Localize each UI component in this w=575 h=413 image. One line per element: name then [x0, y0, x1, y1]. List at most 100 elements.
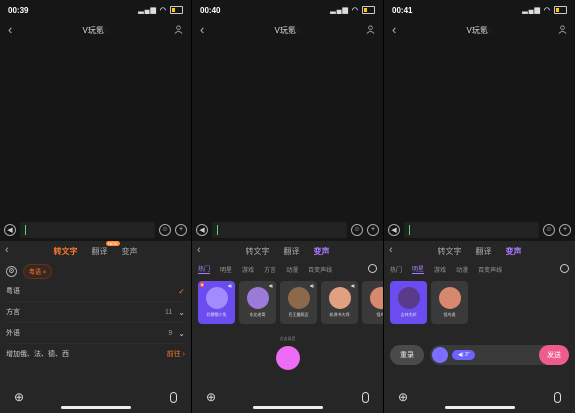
category-tab[interactable]: 游戏 [434, 265, 446, 274]
history-icon[interactable] [560, 264, 569, 273]
mic-icon[interactable] [362, 391, 369, 403]
message-input[interactable] [20, 221, 155, 238]
record-button[interactable] [275, 346, 300, 370]
tab-bar: ‹ 转文字 翻译 变声 [384, 241, 575, 261]
speaker-icon: ◀) [268, 283, 273, 288]
globe-icon[interactable]: ⊕ [206, 390, 216, 404]
emoji-icon[interactable]: ☺ [351, 223, 363, 236]
profile-icon[interactable] [558, 25, 567, 34]
chat-title: V玩氪◌ [82, 25, 109, 35]
voice-toggle-icon[interactable]: ◀ [4, 223, 16, 236]
mic-icon[interactable] [554, 391, 561, 403]
tab-bar: ‹ 转文字 翻译 NEW 变声 [0, 240, 191, 261]
avatar [246, 287, 269, 309]
home-indicator [444, 406, 515, 409]
battery-icon [170, 6, 183, 14]
avatar [432, 347, 448, 363]
voice-categories: 热门 明星 游戏 方言 动漫 百变声线 [192, 261, 383, 277]
category-tab[interactable]: 方言 [264, 265, 276, 274]
go-link[interactable]: 前往 › [167, 349, 185, 359]
voice-preview-player[interactable]: ◀) 3" 发送 [430, 345, 569, 365]
category-tab[interactable]: 动漫 [456, 265, 468, 274]
profile-icon[interactable] [174, 25, 183, 34]
category-tab[interactable]: 百变声线 [478, 265, 502, 274]
tab-to-text[interactable]: 转文字 [54, 246, 78, 257]
screens-row: 00:39 ▂▄▆ ◠ ‹ V玩氪◌ ◀ ☺ + ‹ 转文字 翻译 NEW 变声 … [0, 0, 575, 413]
status-bar: 00:41 ▂▄▆ ◠ [384, 0, 575, 20]
mic-icon[interactable] [170, 391, 177, 403]
avatar [397, 287, 420, 309]
voice-card[interactable]: ◀) 东北老哥 [239, 281, 276, 324]
voice-card[interactable]: 怪鸟说 [431, 281, 468, 324]
avatar [287, 287, 310, 309]
back-icon[interactable]: ‹ [200, 22, 204, 37]
back-icon[interactable]: ‹ [8, 22, 12, 37]
category-tab[interactable]: 明星 [412, 264, 425, 274]
selected-language-chip[interactable]: 粤语 × [23, 263, 53, 279]
category-tab[interactable]: 热门 [198, 264, 211, 274]
tab-voice-change[interactable]: 变声 [314, 246, 330, 257]
collapse-icon[interactable]: ‹ [5, 244, 9, 256]
back-icon[interactable]: ‹ [392, 22, 396, 37]
input-bar: ◀ ☺ + [384, 219, 575, 240]
signal-icon: ▂▄▆ ◠ [330, 7, 359, 14]
settings-icon[interactable]: ⚙ [6, 265, 17, 277]
voice-card[interactable]: ◀) 巴王霸照迈 [280, 281, 317, 324]
voice-toggle-icon[interactable]: ◀ [388, 223, 400, 236]
voice-card[interactable]: ◀) 机译书大师 [321, 281, 358, 324]
list-item[interactable]: 增加俄、法、德、西 前往 › [6, 344, 185, 364]
voice-list: 吉林杰邦 怪鸟说 [384, 277, 575, 328]
emoji-icon[interactable]: ☺ [159, 223, 171, 236]
voice-card[interactable]: 怪鸟 [362, 281, 383, 324]
status-time: 00:40 [200, 5, 221, 15]
plus-icon[interactable]: + [367, 223, 379, 236]
voice-card[interactable]: 吉林杰邦 [390, 281, 427, 324]
collapse-icon[interactable]: ‹ [197, 244, 201, 256]
tab-to-text[interactable]: 转文字 [246, 246, 270, 257]
category-tab[interactable]: 热门 [390, 265, 402, 274]
battery-icon [554, 6, 567, 14]
globe-icon[interactable]: ⊕ [398, 390, 408, 404]
message-input[interactable] [212, 221, 347, 238]
voice-card[interactable]: ● ◀) 奶糯糯小兔 [198, 281, 235, 324]
chat-title: V玩氪◌ [274, 25, 301, 35]
tab-translate[interactable]: 翻译 [476, 246, 492, 257]
record-hint: 点击录音 [279, 336, 296, 341]
category-tab[interactable]: 明星 [220, 265, 232, 274]
tab-voice-change[interactable]: 变声 [506, 246, 522, 257]
status-bar: 00:40 ▂▄▆ ◠ [192, 0, 383, 20]
category-tab[interactable]: 游戏 [242, 265, 254, 274]
tab-to-text[interactable]: 转文字 [438, 246, 462, 257]
nav-bar: ‹ V玩氪◌ [384, 20, 575, 40]
category-tab[interactable]: 动漫 [286, 265, 298, 274]
emoji-icon[interactable]: ☺ [543, 223, 555, 236]
avatar [369, 287, 383, 309]
avatar [205, 287, 228, 309]
list-item[interactable]: 粤语 ✓ [6, 281, 185, 302]
tab-voice-change[interactable]: 变声 [122, 246, 138, 257]
input-bar: ◀ ☺ + [192, 219, 383, 240]
play-duration[interactable]: ◀) 3" [452, 350, 476, 360]
nav-bar: ‹ V玩氪◌ [192, 20, 383, 40]
send-button[interactable]: 发送 [539, 345, 569, 365]
rerecord-button[interactable]: 重录 [390, 345, 424, 365]
nav-bar: ‹ V玩氪◌ [0, 20, 191, 40]
category-tab[interactable]: 百变声线 [308, 265, 332, 274]
history-icon[interactable] [368, 264, 377, 273]
list-item[interactable]: 外语 9 ⌄ [6, 323, 185, 344]
signal-icon: ▂▄▆ ◠ [138, 7, 167, 14]
profile-icon[interactable] [366, 25, 375, 34]
plus-icon[interactable]: + [559, 223, 571, 236]
plus-icon[interactable]: + [175, 223, 187, 236]
globe-icon[interactable]: ⊕ [14, 390, 24, 404]
home-indicator [60, 406, 131, 409]
new-badge: NEW [106, 240, 120, 246]
chevron-down-icon: ⌄ [178, 328, 185, 338]
tab-translate[interactable]: 翻译 NEW [92, 240, 120, 257]
message-input[interactable] [404, 221, 539, 238]
voice-toggle-icon[interactable]: ◀ [196, 223, 208, 236]
tab-translate[interactable]: 翻译 [284, 246, 300, 257]
collapse-icon[interactable]: ‹ [389, 244, 393, 256]
speaker-icon: ◀) [309, 283, 314, 288]
list-item[interactable]: 方言 11 ⌄ [6, 302, 185, 323]
